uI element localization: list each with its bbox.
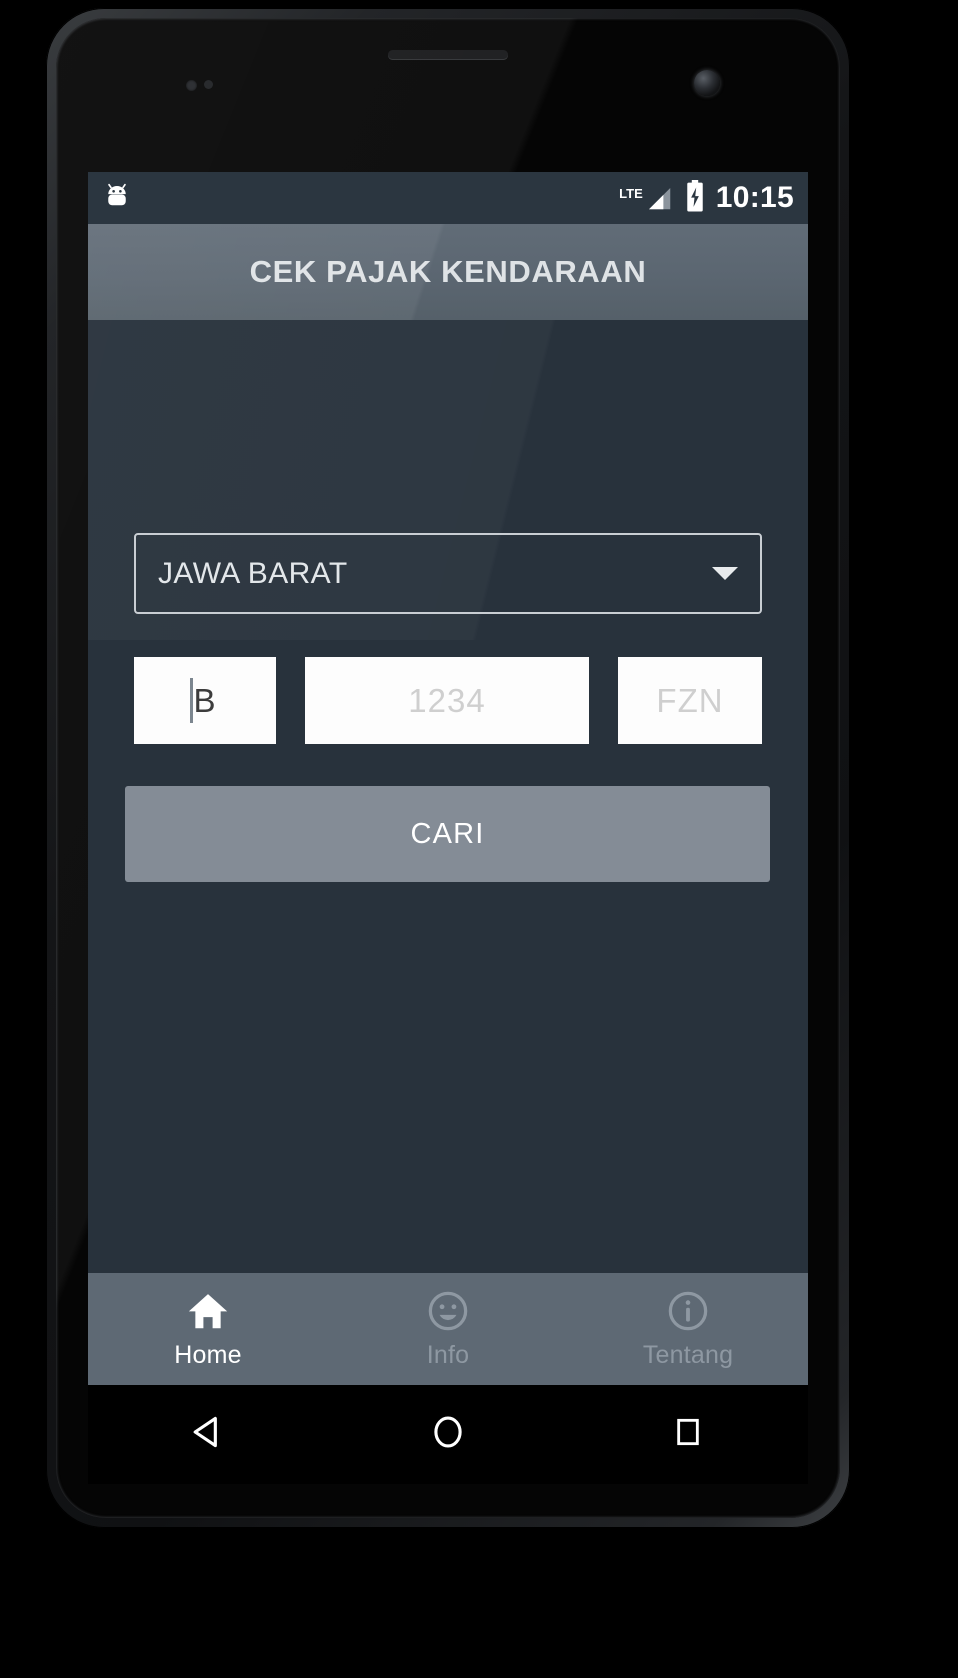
main-content: JAWA BARAT B 1234 FZN CARI Home Info Ten… xyxy=(88,320,808,1385)
page-title: CEK PAJAK KENDARAAN xyxy=(249,254,647,289)
home-circle-icon xyxy=(426,1410,470,1459)
chevron-down-icon xyxy=(712,567,738,580)
plate-number-placeholder: 1234 xyxy=(408,681,486,719)
signal-bars-icon: LTE xyxy=(619,183,674,213)
light-sensor-icon xyxy=(204,80,213,89)
app-action-bar: CEK PAJAK KENDARAAN xyxy=(88,224,808,320)
nav-recents-button[interactable] xyxy=(568,1412,808,1457)
smiley-face-icon xyxy=(425,1288,471,1334)
province-spinner[interactable]: JAWA BARAT xyxy=(134,533,762,614)
plate-suffix-input[interactable]: FZN xyxy=(618,657,762,744)
plate-number-input[interactable]: 1234 xyxy=(305,657,589,744)
tab-tentang[interactable]: Tentang xyxy=(568,1273,808,1385)
android-head-icon xyxy=(102,181,132,216)
tab-home-label: Home xyxy=(174,1341,242,1369)
back-triangle-icon xyxy=(186,1410,230,1459)
tab-info-label: Info xyxy=(426,1341,470,1369)
info-circle-icon xyxy=(665,1288,711,1334)
battery-charging-icon xyxy=(683,179,707,217)
phone-screen: LTE 10:15 CEK PAJAK KENDARAAN JAWA BARAT… xyxy=(88,172,808,1385)
android-system-nav-bar xyxy=(88,1385,808,1484)
province-spinner-value: JAWA BARAT xyxy=(158,556,348,590)
tab-info[interactable]: Info xyxy=(328,1273,568,1385)
bottom-tab-bar: Home Info Tentang xyxy=(88,1273,808,1385)
nav-back-button[interactable] xyxy=(88,1410,328,1459)
text-cursor xyxy=(190,678,193,723)
nav-home-button[interactable] xyxy=(328,1410,568,1459)
plate-input-row: B 1234 FZN xyxy=(134,657,762,744)
search-button-label: CARI xyxy=(410,817,485,850)
front-camera-icon xyxy=(694,70,720,96)
earpiece-speaker xyxy=(388,50,508,59)
network-type-label: LTE xyxy=(619,186,643,201)
proximity-sensor-icon xyxy=(186,80,197,91)
search-button[interactable]: CARI xyxy=(125,786,770,882)
plate-prefix-input[interactable]: B xyxy=(134,657,276,744)
status-bar-clock: 10:15 xyxy=(715,181,794,214)
recents-square-icon xyxy=(668,1412,708,1457)
tab-tentang-label: Tentang xyxy=(642,1341,734,1369)
plate-prefix-value: B xyxy=(193,681,217,719)
plate-suffix-placeholder: FZN xyxy=(656,681,724,719)
status-bar: LTE 10:15 xyxy=(88,172,808,224)
home-icon xyxy=(185,1288,231,1334)
tab-home[interactable]: Home xyxy=(88,1273,328,1385)
